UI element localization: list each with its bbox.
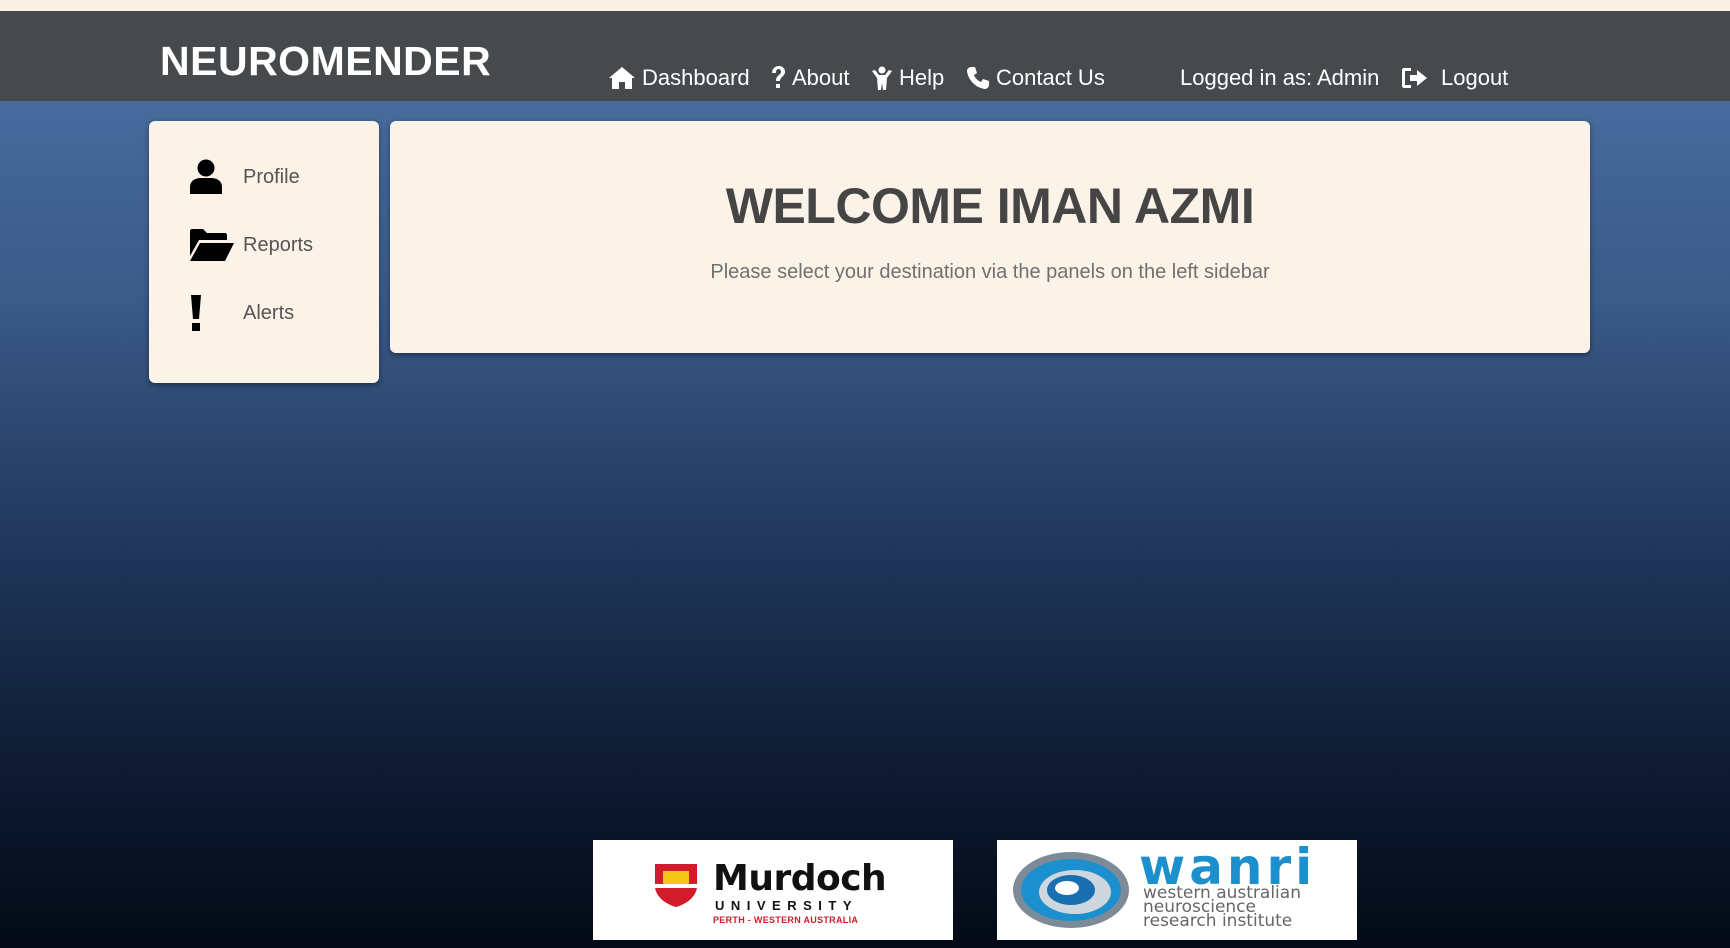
phone-icon — [967, 67, 989, 89]
welcome-panel: WELCOME IMAN AZMI Please select your des… — [390, 121, 1590, 353]
folder-open-icon — [189, 228, 243, 262]
murdoch-location: PERTH - WESTERN AUSTRALIA — [713, 915, 859, 925]
nav-dashboard-label: Dashboard — [642, 65, 750, 90]
nav-about-label: About — [792, 65, 850, 90]
sidebar-item-label: Reports — [243, 233, 314, 256]
sidebar-item-profile[interactable]: Profile — [189, 155, 369, 199]
logout-button[interactable]: Logout — [1401, 64, 1508, 92]
nav-help[interactable]: Help — [871, 64, 944, 92]
logged-in-text: Logged in as: Admin — [1180, 65, 1380, 90]
sidebar: Profile Reports Alerts — [149, 121, 379, 383]
nav-contact-label: Contact Us — [996, 65, 1105, 90]
exclamation-icon — [189, 294, 243, 332]
question-icon — [772, 66, 785, 88]
logout-icon — [1402, 68, 1427, 88]
sidebar-item-label: Alerts — [243, 301, 295, 324]
murdoch-shield-icon — [655, 864, 697, 907]
user-icon — [189, 159, 243, 195]
sidebar-item-alerts[interactable]: Alerts — [189, 291, 369, 335]
murdoch-name: Murdoch — [713, 858, 887, 899]
nav-help-label: Help — [899, 65, 945, 90]
wanri-swirl-icon — [1013, 852, 1129, 928]
nav-dashboard[interactable]: Dashboard — [608, 64, 750, 92]
wanri-logo: wanri western australian neuroscience re… — [997, 838, 1357, 940]
brand-title[interactable]: NEUROMENDER — [160, 38, 491, 85]
wanri-line3: research institute — [1143, 911, 1293, 931]
nav-about[interactable]: About — [770, 64, 850, 92]
logout-label: Logout — [1441, 65, 1509, 90]
murdoch-university: UNIVERSITY — [715, 898, 859, 913]
sidebar-item-reports[interactable]: Reports — [189, 223, 369, 267]
page-title: WELCOME IMAN AZMI — [725, 178, 1255, 234]
logged-in-status: Logged in as: Admin — [1180, 64, 1379, 92]
nav-contact[interactable]: Contact Us — [966, 64, 1105, 92]
top-strip — [0, 0, 1730, 11]
murdoch-logo: Murdoch UNIVERSITY PERTH - WESTERN AUSTR… — [593, 840, 953, 940]
sidebar-item-label: Profile — [243, 165, 300, 188]
page-subtitle: Please select your destination via the p… — [710, 261, 1270, 283]
help-person-icon — [872, 66, 892, 90]
home-icon — [609, 67, 635, 89]
